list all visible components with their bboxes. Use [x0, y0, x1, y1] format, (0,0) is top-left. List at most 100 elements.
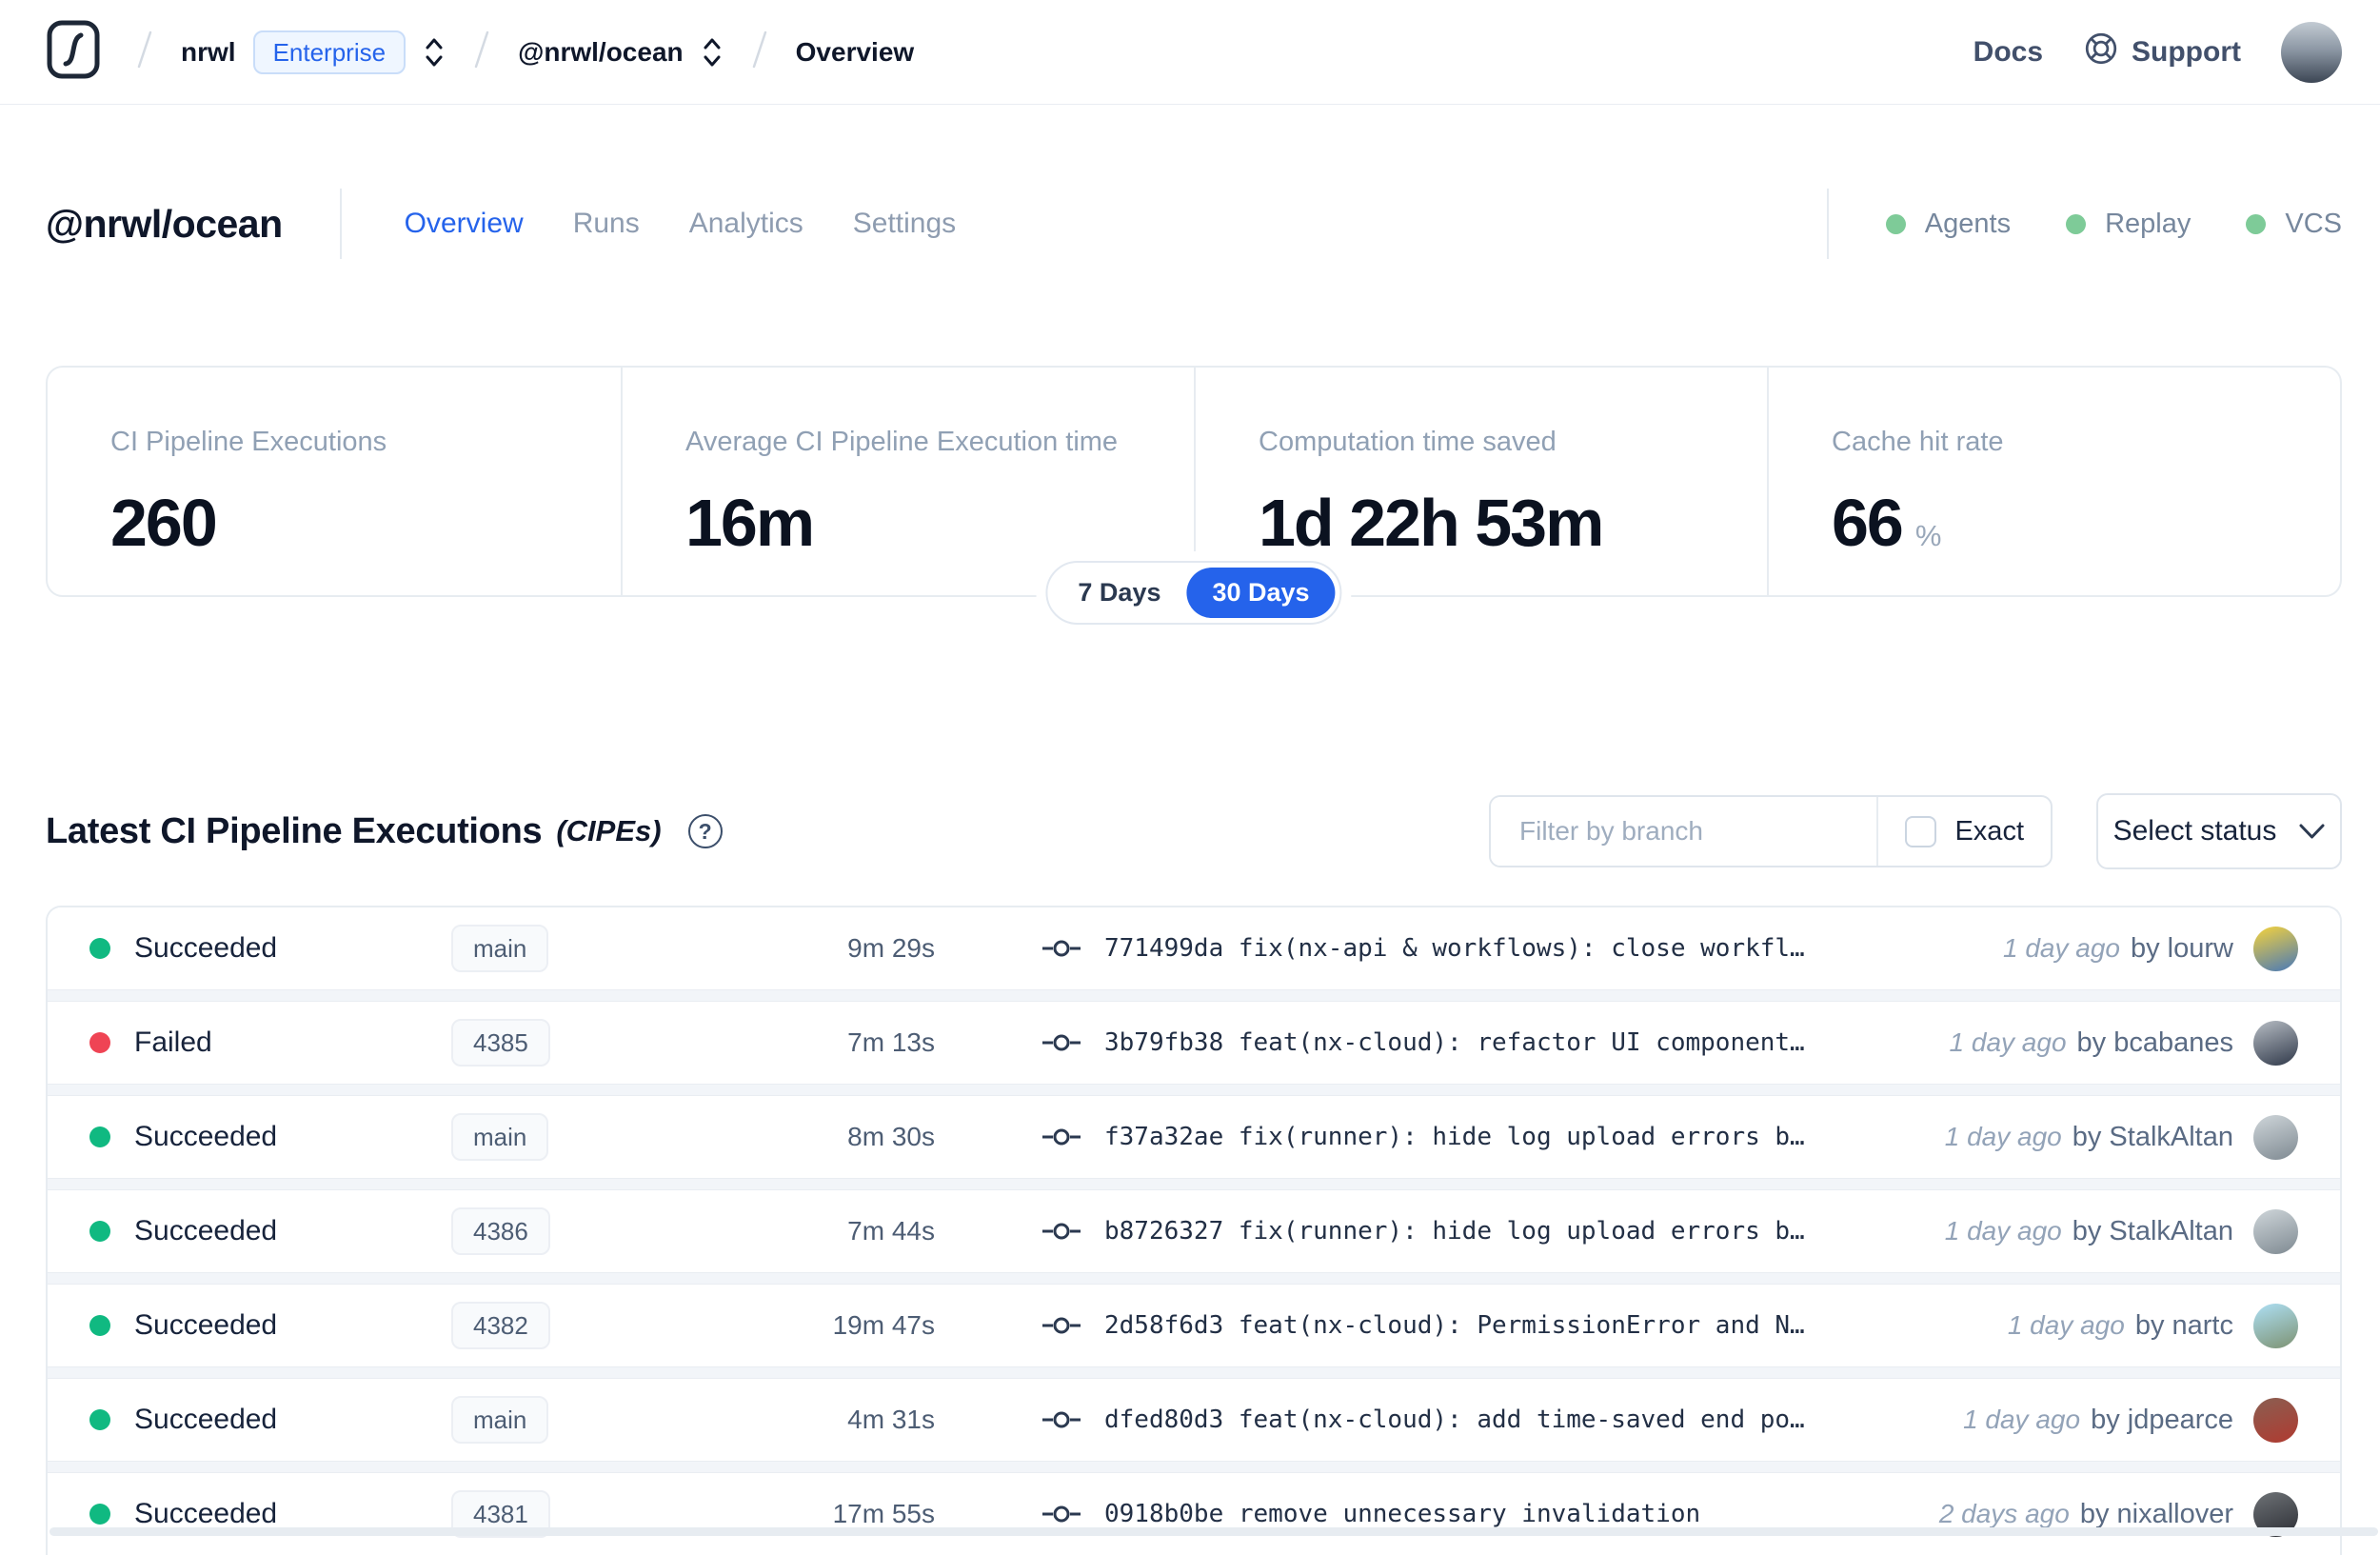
author: by bcabanes [2076, 1027, 2233, 1058]
table-row[interactable]: Failed 4385 7m 13s 3b79fb38 feat(nx-cloud):… [48, 1002, 2340, 1084]
author: by nixallover [2079, 1498, 2233, 1529]
horizontal-scrollbar[interactable] [50, 1527, 2378, 1536]
exact-filter[interactable]: Exact [1876, 797, 2051, 866]
user-avatar[interactable] [2281, 21, 2342, 83]
integration-vcs[interactable]: VCS [2246, 209, 2342, 240]
commit-cell[interactable]: 0918b0be remove unnecessary invalidation [1041, 1500, 1911, 1528]
tab-analytics[interactable]: Analytics [689, 208, 803, 240]
commit-cell[interactable]: dfed80d3 feat(nx-cloud): add time-saved … [1041, 1405, 1934, 1434]
table-row[interactable]: Succeeded 4382 19m 47s 2d58f6d3 feat(nx-clo… [48, 1285, 2340, 1366]
row-separator [48, 1461, 2340, 1473]
support-link[interactable]: Support [2083, 30, 2241, 74]
row-separator [48, 1272, 2340, 1285]
commit-cell[interactable]: b8726327 fix(runner): hide log upload er… [1041, 1217, 1916, 1246]
git-commit-icon [1041, 1032, 1081, 1053]
git-commit-icon [1041, 1221, 1081, 1242]
tab-settings[interactable]: Settings [853, 208, 956, 240]
org-selector-chevrons-icon[interactable] [423, 35, 446, 70]
workspace-header: @nrwl/ocean Overview Runs Analytics Setting… [46, 183, 2342, 265]
commit-message: b8726327 fix(runner): hide log upload er… [1104, 1217, 1805, 1246]
cipes-title: Latest CI Pipeline Executions [46, 810, 543, 851]
table-row[interactable]: Succeeded 4386 7m 44s b8726327 fix(runner):… [48, 1190, 2340, 1272]
author: by StalkAltan [2072, 1121, 2233, 1152]
branch-badge[interactable]: 4386 [451, 1207, 550, 1255]
integration-replay[interactable]: Replay [2066, 209, 2191, 240]
timestamp: 2 days ago [1938, 1499, 2070, 1528]
cipes-header: Latest CI Pipeline Executions (CIPEs) ? … [46, 793, 2342, 869]
branch-filter-group: Exact [1489, 795, 2053, 867]
commit-cell[interactable]: 2d58f6d3 feat(nx-cloud): PermissionError… [1041, 1311, 1979, 1340]
status-cell: Failed [89, 1027, 411, 1059]
branch-badge[interactable]: main [451, 1113, 549, 1161]
breadcrumb: nrwl Enterprise @nrwl/ocean Overview [137, 30, 914, 74]
range-option-30-days[interactable]: 30 Days [1186, 568, 1336, 618]
table-row[interactable]: Succeeded main 4m 31s dfed80d3 feat(nx-clou… [48, 1379, 2340, 1461]
row-meta: 1 day ago by bcabanes [1950, 1020, 2298, 1066]
status-dot [89, 1221, 110, 1242]
exact-label: Exact [1954, 815, 2024, 847]
table-row[interactable]: Succeeded main 9m 29s 771499da fix(nx-api &… [48, 907, 2340, 989]
breadcrumb-org[interactable]: nrwl [181, 37, 236, 68]
integration-agents[interactable]: Agents [1885, 209, 2011, 240]
branch-badge[interactable]: 4385 [451, 1019, 550, 1067]
status-dot [89, 1504, 110, 1525]
workspace-selector-chevrons-icon[interactable] [701, 35, 724, 70]
branch-filter-input[interactable] [1491, 797, 1877, 866]
stat-value: 260 [110, 486, 218, 560]
duration: 17m 55s [832, 1499, 935, 1528]
table-row[interactable]: Succeeded 4381 17m 55s 0918b0be remove unne… [48, 1473, 2340, 1555]
table-row[interactable]: Succeeded main 8m 30s f37a32ae fix(runner):… [48, 1096, 2340, 1178]
git-commit-icon [1041, 1126, 1081, 1147]
status-cell: Succeeded [89, 1404, 411, 1436]
status-dot [89, 1032, 110, 1053]
row-meta: 1 day ago by nartc [2008, 1303, 2298, 1348]
breadcrumb-slash-icon [137, 30, 152, 74]
branch-badge[interactable]: main [451, 1396, 549, 1444]
status-cell: Succeeded [89, 1215, 411, 1247]
workspace-tabs: Overview Runs Analytics Settings [405, 208, 957, 240]
stat-label: CI Pipeline Executions [110, 427, 387, 457]
breadcrumb-workspace[interactable]: @nrwl/ocean [518, 37, 684, 68]
status-dot [2246, 213, 2267, 234]
status-dot [89, 1126, 110, 1147]
tab-runs[interactable]: Runs [573, 208, 640, 240]
select-status-dropdown[interactable]: Select status [2096, 793, 2342, 869]
author: by jdpearce [2091, 1404, 2233, 1435]
stat-label: Cache hit rate [1832, 427, 2004, 457]
integration-label: VCS [2285, 208, 2342, 239]
branch-cell: main [411, 1113, 708, 1161]
status-label: Succeeded [134, 1121, 278, 1152]
git-commit-icon [1041, 1315, 1081, 1336]
divider [339, 189, 342, 259]
branch-cell: 4382 [411, 1302, 708, 1349]
status-label: Succeeded [134, 1215, 278, 1246]
docs-link[interactable]: Docs [1973, 36, 2043, 69]
help-icon[interactable]: ? [687, 814, 723, 848]
git-commit-icon [1041, 1504, 1081, 1525]
stat-value: 16m [685, 486, 815, 560]
breadcrumb-slash-icon [474, 30, 489, 74]
commit-message: 3b79fb38 feat(nx-cloud): refactor UI com… [1104, 1028, 1805, 1057]
life-buoy-icon [2083, 30, 2119, 74]
range-option-7-days[interactable]: 7 Days [1052, 568, 1186, 618]
duration: 4m 31s [847, 1405, 935, 1434]
select-status-label: Select status [2112, 815, 2277, 847]
branch-badge[interactable]: main [451, 925, 549, 972]
row-separator [48, 1366, 2340, 1379]
branch-badge[interactable]: 4382 [451, 1302, 550, 1349]
author-avatar [2253, 1397, 2298, 1443]
nx-cloud-logo[interactable] [46, 19, 101, 85]
commit-cell[interactable]: 3b79fb38 feat(nx-cloud): refactor UI com… [1041, 1028, 1921, 1057]
top-nav: nrwl Enterprise @nrwl/ocean Overview Doc… [0, 0, 2380, 105]
exact-checkbox[interactable] [1905, 815, 1937, 847]
branch-cell: main [411, 925, 708, 972]
integration-status-group: Agents Replay VCS [1826, 189, 2342, 259]
commit-cell[interactable]: 771499da fix(nx-api & workflows): close … [1041, 934, 1974, 963]
status-label: Succeeded [134, 1498, 278, 1529]
row-separator [48, 1084, 2340, 1096]
commit-message: 2d58f6d3 feat(nx-cloud): PermissionError… [1104, 1311, 1805, 1340]
author-avatar [2253, 1020, 2298, 1066]
tab-overview[interactable]: Overview [405, 208, 524, 240]
row-separator [48, 1178, 2340, 1190]
commit-cell[interactable]: f37a32ae fix(runner): hide log upload er… [1041, 1123, 1916, 1151]
